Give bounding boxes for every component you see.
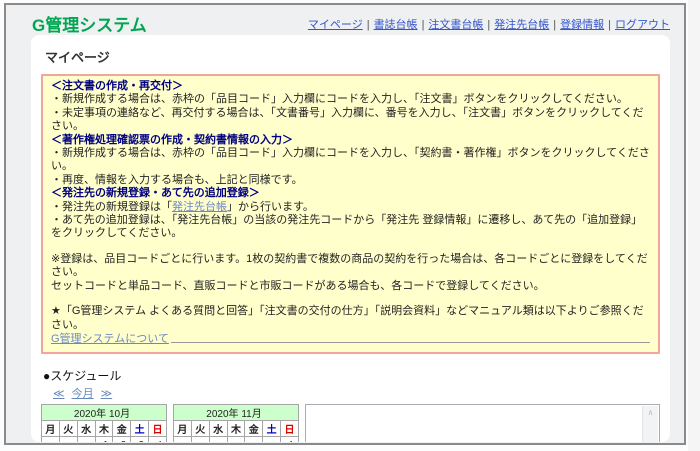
nav-link-supplier-ledger[interactable]: 発注先台帳 (494, 19, 549, 31)
prev-month-link[interactable]: ≪ (53, 388, 65, 400)
content-card: マイページ ＜注文書の作成・再交付＞ ・新規作成する場合は、赤枠の「品目コード」… (31, 35, 670, 442)
calendar-day-header: 火 (59, 421, 77, 437)
schedule-memo-box[interactable]: ∧ ∨ (305, 404, 660, 442)
calendar-day-cell (77, 437, 95, 442)
calendar-day-cell (191, 437, 209, 442)
browser-page-frame: G管理システム マイページ|書誌台帳|注文書台帳|発注先台帳|登録情報|ログアウ… (4, 3, 686, 445)
calendar-day-cell (209, 437, 227, 442)
calendar-title: 2020年 10月 (42, 405, 167, 421)
nav-link-bibliography-ledger[interactable]: 書誌台帳 (374, 19, 418, 31)
notice-line-prefix: ・発注先の新規登録は「 (51, 201, 172, 213)
nav-separator: | (608, 19, 611, 31)
notice-note: セットコードと単品コード、直販コードと市販コードがある場合も、各コードで登録して… (51, 280, 650, 293)
notice-section-heading-order: ＜注文書の作成・再交付＞ (51, 80, 650, 93)
notice-line: ・再度、情報を入力する場合も、上記と同様です。 (51, 174, 650, 187)
nav-separator: | (487, 19, 490, 31)
scroll-up-icon[interactable]: ∧ (648, 406, 654, 420)
nav-link-order-ledger[interactable]: 注文書台帳 (428, 19, 483, 31)
memo-scrollbar[interactable]: ∧ ∨ (642, 406, 658, 442)
calendar-day-cell: 1 (281, 437, 299, 442)
notice-line: ・発注先の新規登録は「発注先台帳」から行います。 (51, 201, 650, 214)
calendar-day-cell: 3 (131, 437, 149, 442)
calendar-day-header: 水 (209, 421, 227, 437)
window-edge-strip (688, 0, 700, 451)
calendar-day-cell (227, 437, 245, 442)
calendar-day-header: 金 (245, 421, 263, 437)
notice-section-heading-copyright: ＜著作権処理確認票の作成・契約書情報の入力＞ (51, 134, 650, 147)
nav-separator: | (367, 19, 370, 31)
calendar-day-header: 木 (227, 421, 245, 437)
manual-note: ★「G管理システム よくある質問と回答」「注文書の交付の仕方」「説明会資料」など… (51, 305, 650, 332)
calendar-day-header: 土 (263, 421, 281, 437)
notice-line-suffix: 」から行います。 (227, 201, 314, 213)
notice-section-heading-supplier: ＜発注先の新規登録・あて先の追加登録＞ (51, 187, 650, 200)
divider (171, 342, 650, 343)
calendar-day-header: 土 (131, 421, 149, 437)
about-system-link[interactable]: G管理システムについて (51, 333, 169, 346)
notice-box: ＜注文書の作成・再交付＞ ・新規作成する場合は、赤枠の「品目コード」入力欄にコー… (41, 74, 660, 354)
top-navigation: マイページ|書誌台帳|注文書台帳|発注先台帳|登録情報|ログアウト (308, 16, 670, 32)
nav-separator: | (553, 19, 556, 31)
supplier-ledger-link[interactable]: 発注先台帳 (172, 201, 227, 213)
calendar-day-cell: 4 (149, 437, 167, 442)
nav-link-registration-info[interactable]: 登録情報 (560, 19, 604, 31)
calendar-day-header: 日 (149, 421, 167, 437)
app-title: G管理システム (32, 11, 147, 36)
calendar-day-cell: 1 (95, 437, 113, 442)
calendar-day-cell (174, 437, 192, 442)
notice-line: ・新規作成する場合は、赤枠の「品目コード」入力欄にコードを入力し、「契約書・著作… (51, 147, 650, 174)
calendar-day-header: 火 (191, 421, 209, 437)
notice-line: ・新規作成する場合は、赤枠の「品目コード」入力欄にコードを入力し、「注文書」ボタ… (51, 93, 650, 106)
schedule-heading: ●スケジュール (43, 367, 660, 384)
spacer (51, 241, 650, 253)
next-month-link[interactable]: ≫ (101, 388, 113, 400)
page-title: マイページ (45, 47, 660, 66)
calendar-day-header: 月 (42, 421, 60, 437)
nav-link-mypage[interactable]: マイページ (308, 19, 363, 31)
calendar-title: 2020年 11月 (174, 405, 299, 421)
calendar-day-header: 日 (281, 421, 299, 437)
calendar-day-cell (245, 437, 263, 442)
calendar-day-header: 月 (174, 421, 192, 437)
calendar-october: 2020年 10月月火水木金土日123456789101112131415161… (41, 404, 167, 442)
schedule-row: 2020年 10月月火水木金土日123456789101112131415161… (41, 404, 660, 442)
calendar-day-cell (263, 437, 281, 442)
nav-separator: | (422, 19, 425, 31)
calendar-navigation: ≪ 今月 ≫ (53, 385, 660, 401)
notice-note: ※登録は、品目コードごとに行います。1枚の契約書で複数の商品の契約を行った場合は… (51, 253, 650, 280)
calendar-day-header: 金 (113, 421, 131, 437)
calendar-day-header: 木 (95, 421, 113, 437)
calendar-day-header: 水 (77, 421, 95, 437)
calendar-day-cell: 2 (113, 437, 131, 442)
notice-line: ・未定事項の連絡など、再交付する場合は、「文書番号」入力欄に、番号を入力し、「注… (51, 107, 650, 134)
calendar-november: 2020年 11月月火水木金土日123456789101112131415161… (173, 404, 299, 442)
spacer (51, 293, 650, 305)
nav-link-logout[interactable]: ログアウト (615, 19, 670, 31)
current-month-link[interactable]: 今月 (72, 388, 94, 400)
calendar-day-cell (59, 437, 77, 442)
notice-line: ・あて先の追加登録は、「発注先台帳」の当該の発注先コードから「発注先 登録情報」… (51, 214, 650, 241)
calendar-day-cell (42, 437, 60, 442)
